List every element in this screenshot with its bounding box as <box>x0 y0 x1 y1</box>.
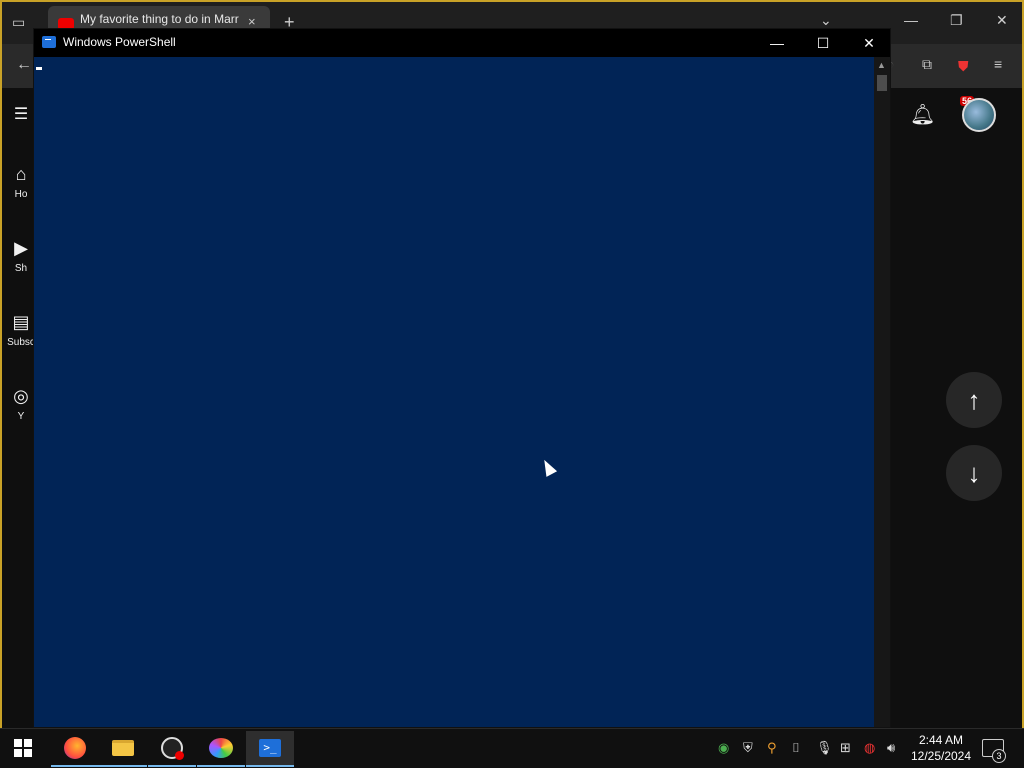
vertical-scrollbar[interactable]: ▲ <box>874 57 890 727</box>
clock-time: 2:44 AM <box>918 733 964 747</box>
taskbar: >_ ◉ ⛨ ⚲ ⌷ 🎙︎ ⊞ ◍ 🔊︎ 2:44 AM 12/25/2024 … <box>0 728 1024 768</box>
search-tray-icon[interactable]: ⚲ <box>767 740 777 756</box>
window-title: Windows PowerShell <box>63 35 176 49</box>
browser-restore-button[interactable]: ❐ <box>950 12 963 29</box>
recording-icon[interactable]: ◍ <box>864 740 875 756</box>
system-clock[interactable]: 2:44 AM 12/25/2024 <box>905 732 977 764</box>
powershell-icon <box>42 36 56 48</box>
folder-icon <box>112 740 134 756</box>
scroll-down-button[interactable]: ↓ <box>946 445 1002 501</box>
notifications-bell-icon[interactable]: 🔔︎ <box>910 102 935 127</box>
obs-icon <box>161 737 184 760</box>
avatar[interactable] <box>962 98 996 132</box>
sidebar-item-label: Ho <box>14 189 28 200</box>
taskbar-app-powershell[interactable]: >_ <box>246 731 294 767</box>
notification-count-badge: 3 <box>992 749 1006 763</box>
scrollbar-thumb[interactable] <box>877 75 887 91</box>
powershell-icon: >_ <box>259 739 281 757</box>
tab-close-icon[interactable]: × <box>248 14 256 29</box>
scroll-up-arrow-icon[interactable]: ▲ <box>877 60 886 70</box>
extensions-puzzle-icon[interactable]: ⧉ <box>922 56 932 73</box>
clock-date: 12/25/2024 <box>910 749 972 763</box>
palette-icon <box>209 738 233 758</box>
sidebar-item-label: Subsc <box>7 337 35 348</box>
tab-list-icon[interactable]: ▭ <box>12 14 25 31</box>
taskbar-app-explorer[interactable] <box>99 731 147 767</box>
browser-close-button[interactable]: ✕ <box>996 12 1008 29</box>
sidebar-item-label: Sh <box>14 263 28 274</box>
powershell-title-bar[interactable]: Windows PowerShell — ☐ ✕ <box>34 29 890 57</box>
minimize-button[interactable]: — <box>754 29 800 57</box>
windows-start-icon[interactable] <box>14 739 32 757</box>
taskbar-app-paint[interactable] <box>197 731 245 767</box>
scroll-up-button[interactable]: ↑ <box>946 372 1002 428</box>
volume-icon[interactable]: 🔊︎ <box>887 740 895 756</box>
maximize-button[interactable]: ☐ <box>800 29 846 57</box>
taskbar-app-obs[interactable] <box>148 731 196 767</box>
menu-icon[interactable]: ≡ <box>994 56 1002 72</box>
text-cursor <box>36 67 42 70</box>
browser-minimize-button[interactable]: — <box>904 12 918 28</box>
defender-shield-icon[interactable]: ⛨ <box>743 740 753 756</box>
taskbar-app-firefox[interactable] <box>51 731 99 767</box>
close-button[interactable]: ✕ <box>846 29 892 57</box>
tab-search-chevron-icon[interactable]: ⌄ <box>820 12 832 29</box>
ublock-icon[interactable]: ⛊ <box>958 58 969 75</box>
back-arrow-icon[interactable]: ← <box>16 56 32 74</box>
tab-title: My favorite thing to do in Marr <box>80 12 239 26</box>
network-icon[interactable]: ⊞ <box>840 740 851 756</box>
microphone-icon[interactable]: 🎙︎ <box>816 740 833 756</box>
firefox-icon <box>64 737 86 759</box>
nvidia-tray-icon[interactable]: ◉ <box>718 740 729 756</box>
powershell-window[interactable]: Windows PowerShell — ☐ ✕ ▲ <box>33 28 891 728</box>
usb-icon[interactable]: ⌷ <box>792 740 800 756</box>
sidebar-item-label: Y <box>17 411 25 422</box>
